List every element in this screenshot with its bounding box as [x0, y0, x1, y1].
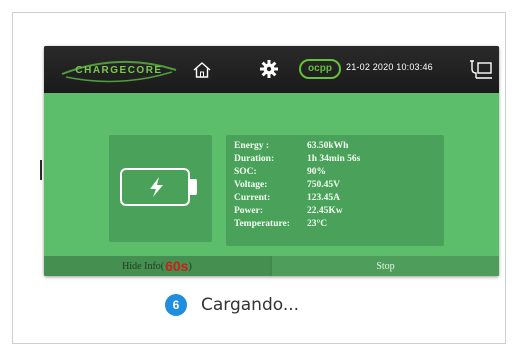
info-value: 63.50kWh	[307, 141, 349, 151]
brand-name: CHARGECORE	[75, 64, 163, 76]
step-number-badge: 6	[165, 294, 187, 316]
battery-charging-icon	[120, 168, 197, 206]
main-content: Energy : 63.50kWh Duration: 1h 34min 56s…	[44, 93, 499, 256]
charging-info-panel: Energy : 63.50kWh Duration: 1h 34min 56s…	[226, 135, 444, 246]
side-marker	[40, 160, 42, 180]
hide-info-button[interactable]: Hide Info( 60s )	[44, 256, 270, 276]
info-row-current: Current: 123.45A	[234, 193, 340, 204]
brand-logo: CHARGECORE	[54, 54, 184, 86]
plug-icon	[470, 60, 492, 79]
info-row-soc: SOC: 90%	[234, 167, 326, 178]
info-label: SOC:	[234, 167, 257, 177]
hide-info-close-paren: )	[188, 260, 192, 272]
info-label: Temperature:	[234, 219, 290, 229]
info-label: Power:	[234, 206, 264, 216]
info-label: Duration:	[234, 154, 275, 164]
stop-button[interactable]: Stop	[272, 256, 499, 276]
info-label: Current:	[234, 193, 271, 203]
step-caption: 6 Cargando...	[165, 294, 299, 316]
info-label: Voltage:	[234, 180, 268, 190]
step-caption-text: Cargando...	[201, 295, 300, 315]
ocpp-badge: ocpp	[299, 59, 341, 79]
battery-panel	[109, 135, 212, 242]
hide-info-label: Hide Info(	[122, 260, 165, 272]
datetime-display: 21-02 2020 10:03:46	[346, 62, 433, 72]
info-value: 123.45A	[307, 193, 340, 203]
info-row-temperature: Temperature: 23°C	[234, 219, 327, 230]
info-row-power: Power: 22.45Kw	[234, 206, 343, 217]
bottom-bar: Hide Info( 60s ) Stop	[44, 256, 499, 276]
info-value: 90%	[307, 167, 326, 177]
info-row-duration: Duration: 1h 34min 56s	[234, 154, 360, 165]
info-row-voltage: Voltage: 750.45V	[234, 180, 340, 191]
info-value: 1h 34min 56s	[307, 154, 361, 164]
charger-screen: CHARGECORE ocpp 21-02 2020 10:03:46 Ener…	[44, 46, 499, 276]
gear-icon[interactable]	[259, 59, 279, 79]
info-row-energy: Energy : 63.50kWh	[234, 141, 348, 152]
info-label: Energy :	[234, 141, 270, 151]
top-bar: CHARGECORE ocpp 21-02 2020 10:03:46	[44, 46, 499, 93]
home-icon[interactable]	[192, 60, 212, 80]
info-value: 23°C	[307, 219, 328, 229]
info-value: 22.45Kw	[307, 206, 343, 216]
info-value: 750.45V	[307, 180, 340, 190]
hide-info-countdown: 60s	[165, 258, 189, 274]
